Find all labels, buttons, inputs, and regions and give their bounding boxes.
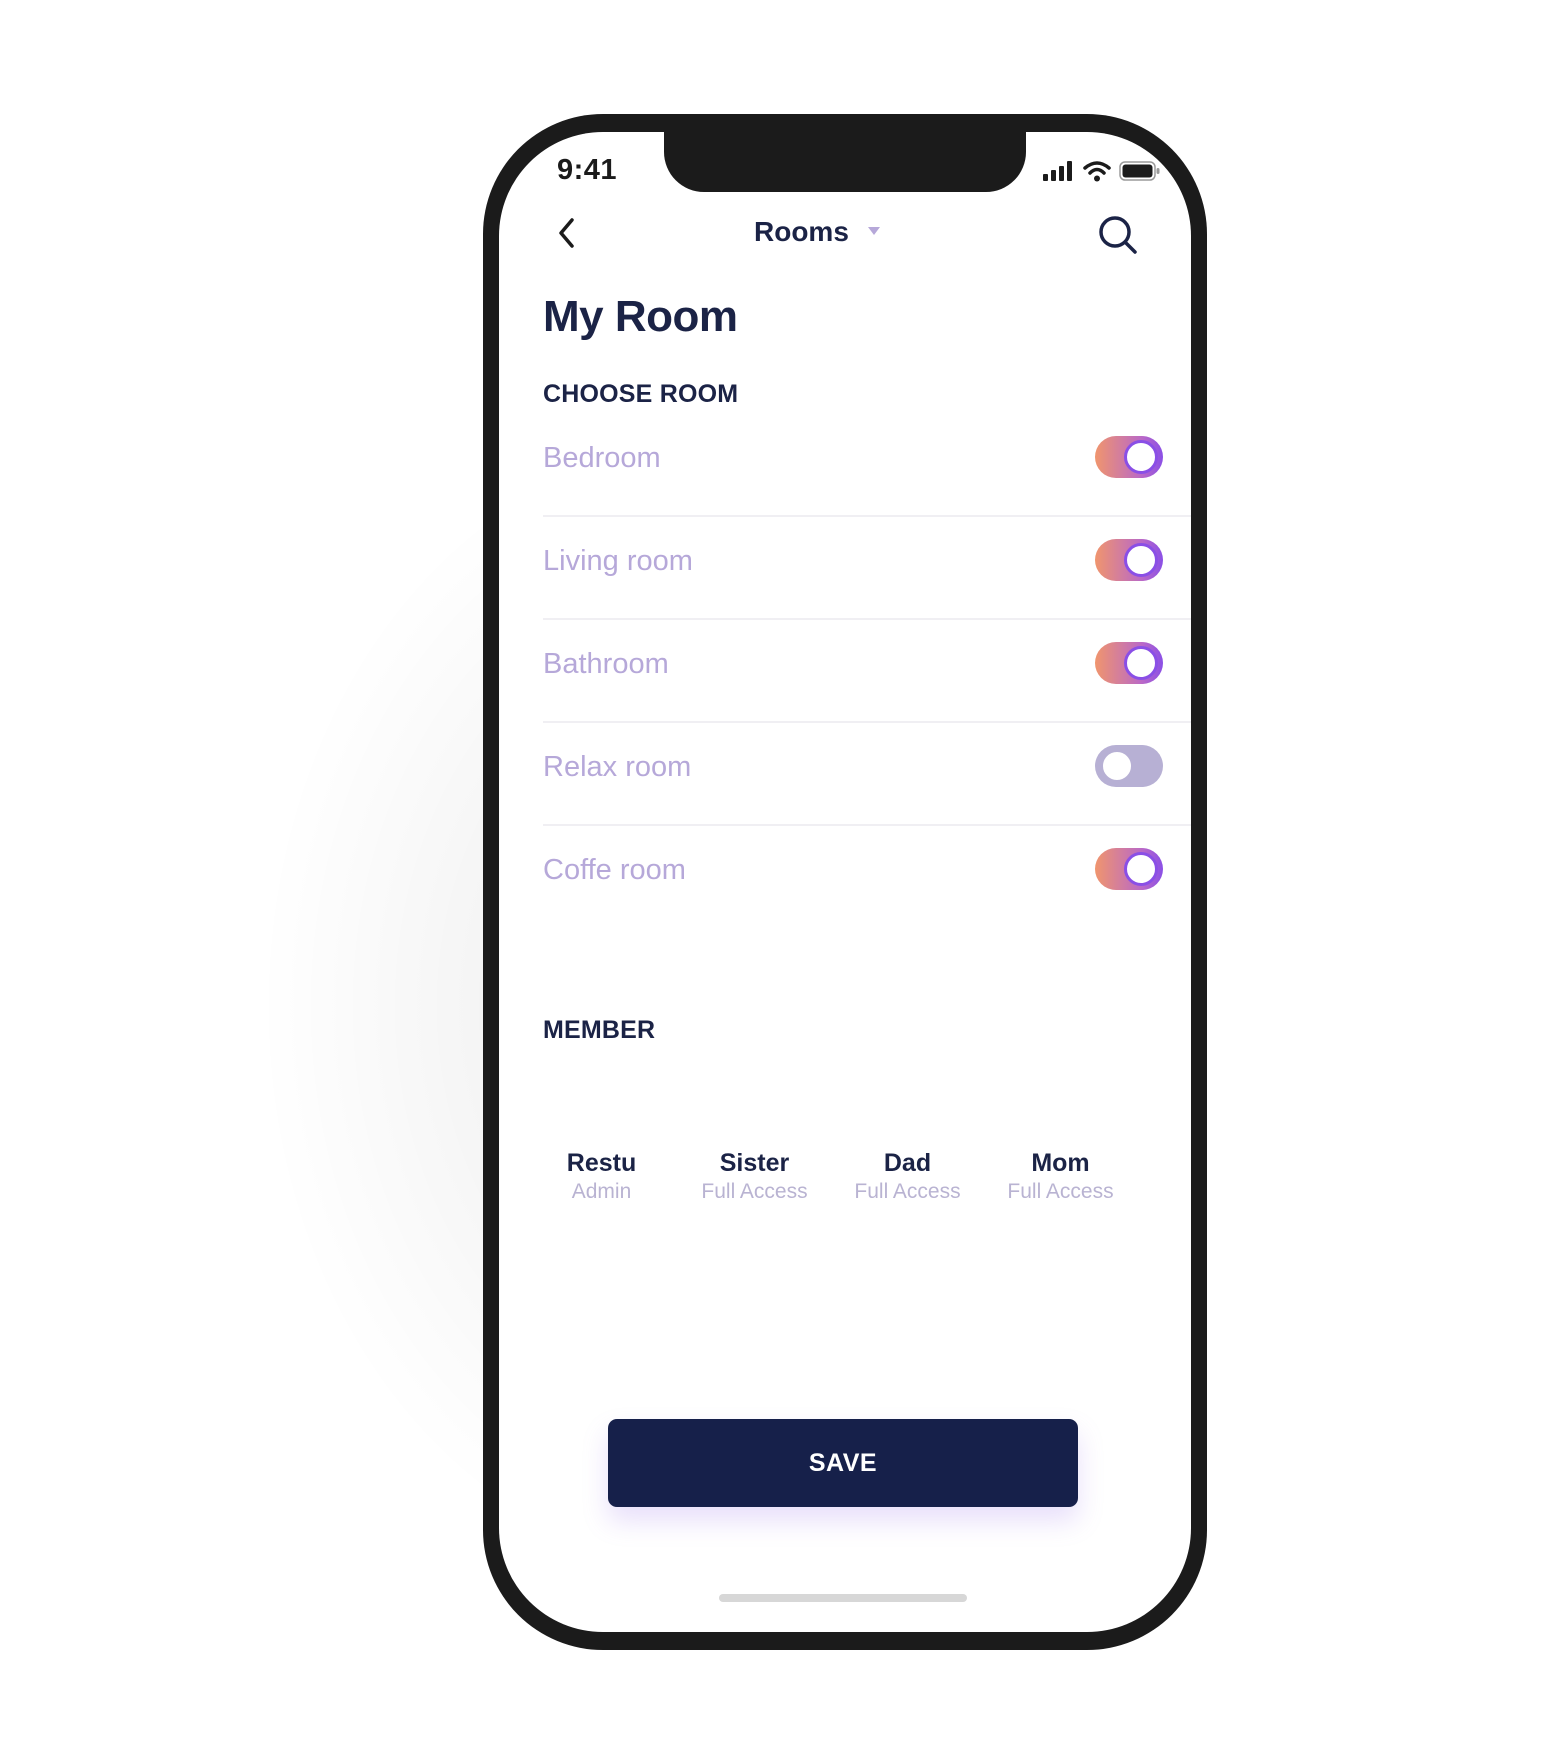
- room-list: Bedroom Living room Bathroom Relax room …: [543, 414, 1191, 929]
- back-button[interactable]: [549, 214, 585, 256]
- room-row-coffe-room: Coffe room: [543, 826, 1191, 929]
- signal-icon: [1043, 161, 1075, 186]
- room-row-relax-room: Relax room: [543, 723, 1191, 826]
- room-row-bathroom: Bathroom: [543, 620, 1191, 723]
- bedroom-toggle[interactable]: [1095, 436, 1163, 478]
- bathroom-toggle[interactable]: [1095, 642, 1163, 684]
- member-role: Full Access: [701, 1180, 808, 1203]
- phone-screen: 9:41 Rooms My Room CHOOSE ROOM Bedroom L…: [499, 132, 1191, 1632]
- toggle-knob: [1124, 646, 1158, 680]
- chevron-left-icon: [557, 217, 577, 254]
- rooms-dropdown[interactable]: Rooms: [754, 216, 881, 248]
- member-role: Admin: [571, 1180, 632, 1203]
- member-name: Restu: [566, 1149, 637, 1177]
- toggle-knob: [1124, 852, 1158, 886]
- member-restu[interactable]: Restu Admin: [525, 1147, 678, 1205]
- phone-notch: [664, 132, 1026, 192]
- status-time: 9:41: [557, 154, 618, 186]
- page-title: My Room: [543, 292, 738, 341]
- room-name: Living room: [543, 545, 693, 577]
- room-name: Bathroom: [543, 648, 669, 680]
- search-icon: [1097, 214, 1139, 261]
- save-button[interactable]: SAVE: [608, 1419, 1078, 1507]
- wifi-icon: [1083, 160, 1111, 187]
- member-role: Full Access: [854, 1180, 961, 1203]
- choose-room-label: CHOOSE ROOM: [543, 380, 739, 408]
- battery-icon: [1119, 161, 1161, 186]
- relax-room-toggle[interactable]: [1095, 745, 1163, 787]
- member-sister[interactable]: Sister Full Access: [678, 1147, 831, 1205]
- member-role: Full Access: [1007, 1180, 1114, 1203]
- room-name: Bedroom: [543, 442, 661, 474]
- member-mom[interactable]: Mom Full Access: [984, 1147, 1137, 1205]
- member-name: Dad: [883, 1149, 932, 1177]
- room-name: Relax room: [543, 751, 692, 783]
- rooms-dropdown-label: Rooms: [754, 216, 849, 247]
- toggle-knob: [1124, 543, 1158, 577]
- room-row-living-room: Living room: [543, 517, 1191, 620]
- living-room-toggle[interactable]: [1095, 539, 1163, 581]
- coffe-room-toggle[interactable]: [1095, 848, 1163, 890]
- member-name: Mom: [1031, 1149, 1090, 1177]
- room-row-bedroom: Bedroom: [543, 414, 1191, 517]
- room-name: Coffe room: [543, 854, 686, 886]
- status-icons: [1043, 160, 1161, 187]
- toggle-knob: [1124, 440, 1158, 474]
- member-name: Sister: [719, 1149, 790, 1177]
- toggle-knob: [1100, 749, 1134, 783]
- member-label: MEMBER: [543, 1016, 656, 1044]
- caret-down-icon: [867, 223, 881, 241]
- phone-frame: 9:41 Rooms My Room CHOOSE ROOM Bedroom L…: [483, 114, 1207, 1650]
- search-button[interactable]: [1095, 214, 1141, 260]
- member-dad[interactable]: Dad Full Access: [831, 1147, 984, 1205]
- home-indicator[interactable]: [719, 1594, 967, 1602]
- member-list: Restu Admin Sister Full Access Dad Full …: [525, 1147, 1137, 1205]
